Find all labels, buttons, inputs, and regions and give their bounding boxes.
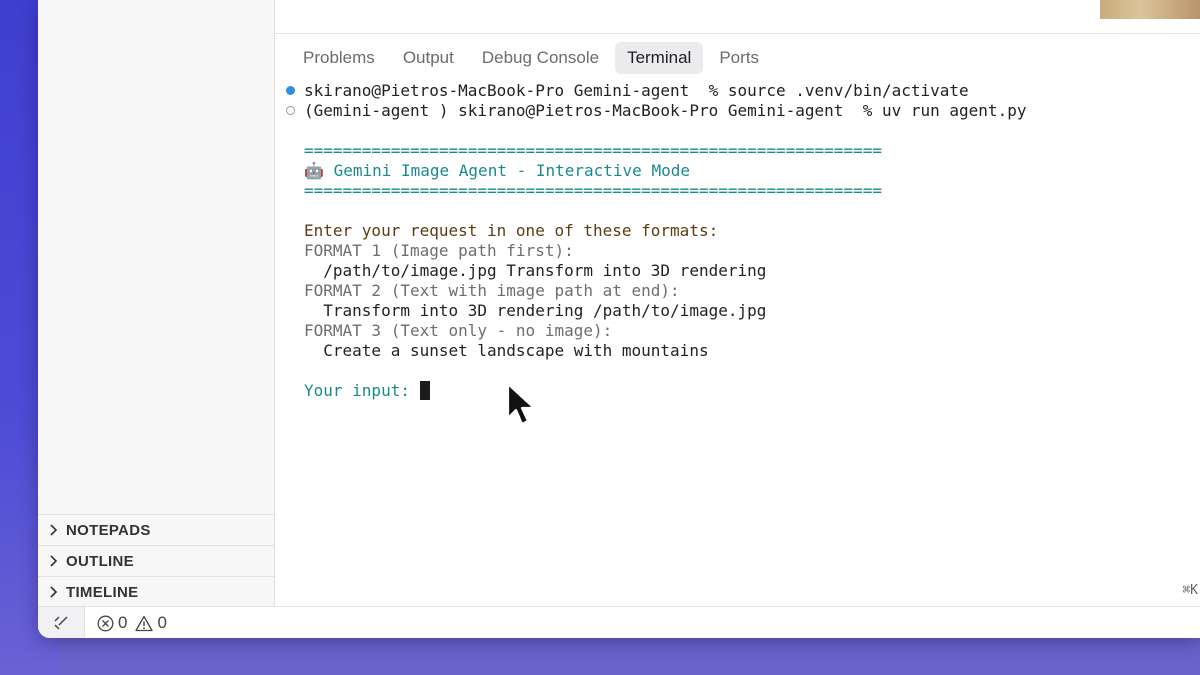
panel-tabs: Problems Output Debug Console Terminal P…	[275, 42, 1200, 74]
editor-area	[275, 0, 1200, 34]
banner-rule: ========================================…	[304, 181, 882, 200]
sidebar-section-label: OUTLINE	[66, 552, 134, 570]
format-label: FORMAT 2 (Text with image path at end):	[304, 281, 680, 300]
mouse-pointer-icon	[506, 382, 536, 426]
warning-icon	[135, 615, 154, 631]
banner-rule: ========================================…	[304, 141, 882, 160]
tab-output[interactable]: Output	[391, 42, 466, 74]
editor-window: NOTEPADS OUTLINE TIMELINE Problems Outpu…	[38, 0, 1200, 638]
chevron-right-icon	[46, 523, 60, 537]
terminal-output[interactable]: skirano@Pietros-MacBook-Pro Gemini-agent…	[275, 80, 1200, 606]
tab-debug-console[interactable]: Debug Console	[470, 42, 611, 74]
input-prompt: Your input:	[304, 381, 420, 400]
error-icon	[97, 615, 114, 631]
tab-terminal[interactable]: Terminal	[615, 42, 704, 74]
command-status-dot	[286, 86, 295, 95]
sidebar: NOTEPADS OUTLINE TIMELINE	[38, 0, 275, 606]
error-count: 0	[118, 613, 128, 632]
tab-ports[interactable]: Ports	[707, 42, 771, 74]
prompt-heading: Enter your request in one of these forma…	[304, 221, 719, 240]
status-bar: 0 0	[38, 606, 1200, 638]
format-example: Transform into 3D rendering /path/to/ima…	[304, 301, 767, 320]
chevron-right-icon	[46, 585, 60, 599]
sidebar-section-outline[interactable]: OUTLINE	[38, 545, 274, 576]
warning-count: 0	[157, 613, 167, 632]
sidebar-section-timeline[interactable]: TIMELINE	[38, 576, 274, 607]
sidebar-section-label: NOTEPADS	[66, 521, 151, 539]
terminal-command-line: skirano@Pietros-MacBook-Pro Gemini-agent…	[304, 81, 969, 100]
robot-icon: 🤖	[304, 161, 324, 180]
remote-button[interactable]	[38, 607, 85, 638]
main-panel: Problems Output Debug Console Terminal P…	[275, 0, 1200, 606]
chevron-right-icon	[46, 554, 60, 568]
terminal-command-line: (Gemini-agent ) skirano@Pietros-MacBook-…	[304, 101, 1027, 120]
format-example: Create a sunset landscape with mountains	[304, 341, 709, 360]
problems-indicator[interactable]: 0 0	[97, 613, 167, 633]
sidebar-section-notepads[interactable]: NOTEPADS	[38, 514, 274, 545]
text-cursor	[419, 381, 430, 400]
image-thumbnail	[1100, 0, 1200, 19]
sidebar-section-label: TIMELINE	[66, 583, 139, 601]
format-example: /path/to/image.jpg Transform into 3D ren…	[304, 261, 767, 280]
banner-line: 🤖 Gemini Image Agent - Interactive Mode	[304, 161, 690, 181]
tab-problems[interactable]: Problems	[291, 42, 387, 74]
banner-title: Gemini Image Agent - Interactive Mode	[333, 161, 690, 180]
input-line[interactable]: Your input:	[304, 381, 430, 401]
shortcut-hint: ⌘K	[1182, 583, 1198, 598]
format-label: FORMAT 1 (Image path first):	[304, 241, 574, 260]
remote-icon	[54, 616, 68, 630]
format-label: FORMAT 3 (Text only - no image):	[304, 321, 613, 340]
command-status-dot	[286, 106, 295, 115]
